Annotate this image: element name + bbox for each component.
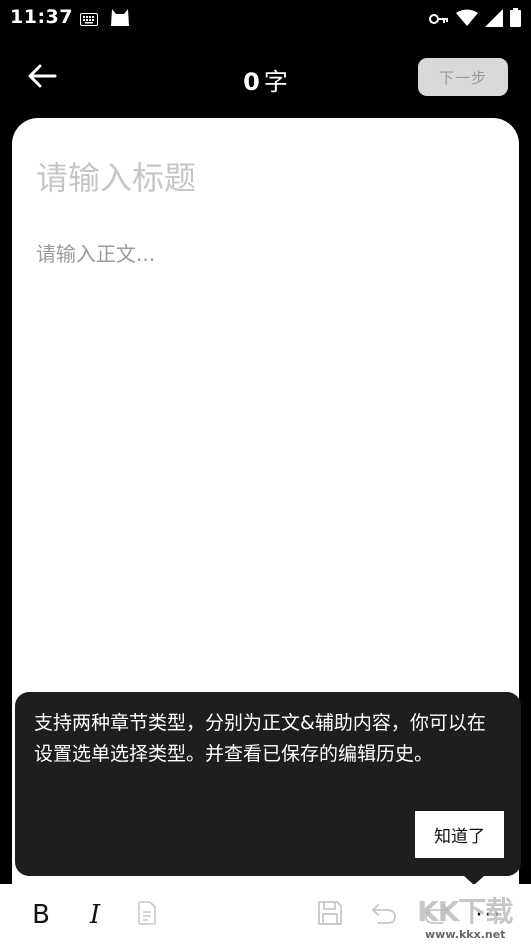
paragraph-button[interactable] bbox=[130, 898, 164, 932]
tooltip-text: 支持两种章节类型，分别为正文&辅助内容，你可以在设置选单选择类型。并查看已保存的… bbox=[34, 712, 486, 765]
title-input[interactable] bbox=[36, 154, 486, 202]
undo-button[interactable] bbox=[367, 898, 401, 932]
battery-icon bbox=[510, 8, 521, 31]
save-button[interactable] bbox=[313, 898, 347, 932]
wifi-icon bbox=[456, 9, 478, 31]
key-icon bbox=[429, 10, 449, 29]
word-count-value: 0 bbox=[243, 68, 260, 96]
document-icon bbox=[137, 901, 157, 929]
word-count-unit: 字 bbox=[263, 68, 288, 96]
bold-button[interactable]: B bbox=[24, 898, 58, 932]
got-it-button[interactable]: 知道了 bbox=[415, 811, 504, 858]
header: 0字 下一步 bbox=[0, 50, 531, 106]
signal-icon bbox=[485, 8, 503, 31]
watermark: KK下载 www.kkx.net bbox=[417, 888, 531, 944]
watermark-logo: KK下载 bbox=[417, 895, 513, 928]
cat-icon bbox=[110, 9, 130, 31]
italic-button[interactable]: I bbox=[78, 898, 112, 932]
status-time: 11:37 bbox=[10, 6, 73, 28]
save-icon bbox=[317, 900, 343, 930]
next-step-button[interactable]: 下一步 bbox=[418, 58, 508, 96]
feature-tooltip: 支持两种章节类型，分别为正文&辅助内容，你可以在设置选单选择类型。并查看已保存的… bbox=[15, 692, 521, 876]
watermark-url: www.kkx.net bbox=[425, 928, 506, 941]
undo-icon bbox=[370, 901, 398, 929]
status-bar: 11:37 bbox=[0, 0, 531, 36]
keyboard-icon bbox=[80, 11, 98, 30]
body-input[interactable] bbox=[36, 238, 496, 658]
